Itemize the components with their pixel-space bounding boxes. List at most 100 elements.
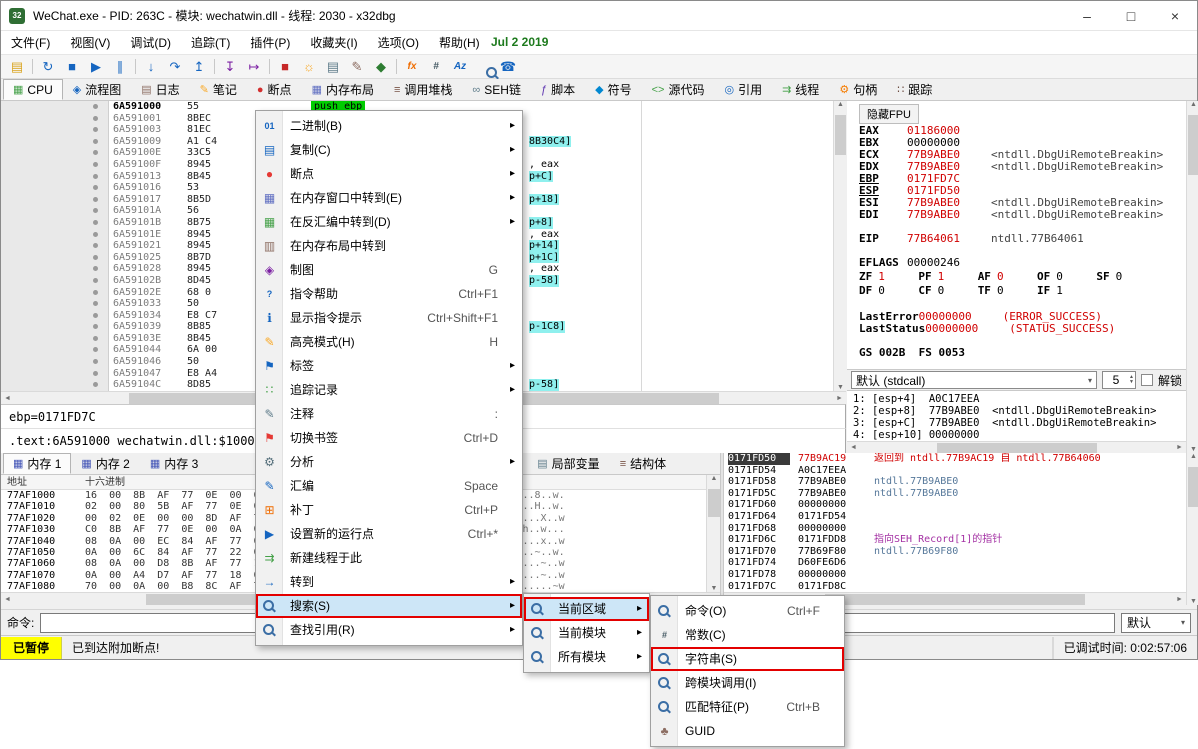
breakpoint-dot[interactable] [93, 220, 98, 225]
tab-call-stack[interactable]: ≡ 调用堆栈 [384, 79, 462, 100]
scrollbar-thumb[interactable] [1188, 115, 1198, 175]
command-profile-select[interactable]: 默认 ▾ [1121, 613, 1191, 633]
scroll-down-arrow[interactable]: ▼ [834, 384, 847, 391]
highlight-icon[interactable]: ☼ [297, 56, 321, 77]
call-arguments-panel[interactable]: 1: [esp+4] A0C17EEA 2: [esp+8] 77B9ABE0 … [847, 391, 1186, 441]
scrollbar-thumb[interactable] [835, 115, 846, 155]
trace-into-icon[interactable]: ↧ [218, 56, 242, 77]
stack-row[interactable]: 0171FD7C 0171FD8C [724, 581, 1186, 592]
menu-item-goto-memory-window[interactable]: ▦ 在内存窗口中转到(E) ▸ [256, 186, 522, 210]
cpu-flag[interactable]: AF0 [978, 271, 1034, 283]
tab-breakpoints[interactable]: ● 断点 [247, 79, 302, 100]
cpu-flag[interactable]: IF1 [1037, 285, 1093, 297]
stop-icon[interactable]: ■ [60, 56, 84, 77]
assemble-az-icon[interactable]: Az [448, 56, 472, 77]
menu-item-new-thread-here[interactable]: ⇉ 新建线程于此 ▸ [256, 546, 522, 570]
scroll-up-arrow[interactable]: ▲ [1187, 453, 1198, 460]
menubar-item[interactable]: 视图(V) [60, 31, 120, 54]
stack-row[interactable]: 0171FD60 00000000 [724, 499, 1186, 511]
menu-item-highlight-mode[interactable]: ✎ 高亮模式(H) H ▸ [256, 330, 522, 354]
menu-item-search-intermodular-calls[interactable]: 跨模块调用(I) ▸ [651, 671, 844, 695]
stack-row[interactable]: 0171FD68 00000000 [724, 523, 1186, 535]
breakpoint-dot[interactable] [93, 162, 98, 167]
stack-row[interactable]: 0171FD70 77B69F80 ntdll.77B69F80 [724, 546, 1186, 558]
breakpoint-dot[interactable] [93, 150, 98, 155]
tab-symbols[interactable]: ◆ 符号 [585, 79, 641, 100]
scroll-left-arrow[interactable]: ◄ [1, 596, 14, 603]
stack-row[interactable]: 0171FD5C 77B9ABE0 ntdll.77B9ABE0 [724, 488, 1186, 500]
registers-panel[interactable]: 隐藏FPU EAX 01186000 EBX 00000000 ECX 77B9… [847, 101, 1186, 369]
tab-log[interactable]: ▤ 日志 [131, 79, 189, 100]
menubar-item[interactable]: 文件(F) [1, 31, 60, 54]
step-over-icon[interactable]: ↷ [163, 56, 187, 77]
open-file-icon[interactable]: ▤ [5, 56, 29, 77]
menubar-item[interactable]: 收藏夹(I) [300, 31, 367, 54]
disasm-vertical-scrollbar[interactable]: ▲ ▼ [833, 101, 846, 391]
breakpoint-dot[interactable] [93, 116, 98, 121]
menu-item-breakpoint[interactable]: ● 断点 ▸ [256, 162, 522, 186]
breakpoint-dot[interactable] [93, 278, 98, 283]
menu-item-assemble[interactable]: ✎ 汇编 Space ▸ [256, 474, 522, 498]
dump-vertical-scrollbar[interactable]: ▲ ▼ [706, 475, 720, 592]
menu-item-set-new-origin[interactable]: ▶ 设置新的运行点 Ctrl+* ▸ [256, 522, 522, 546]
scrollbar-thumb[interactable] [937, 443, 1097, 453]
breakpoint-dot[interactable] [93, 243, 98, 248]
breakpoint-dot[interactable] [93, 232, 98, 237]
scroll-left-arrow[interactable]: ◄ [847, 444, 860, 451]
breakpoint-dot[interactable] [93, 185, 98, 190]
menu-item-trace-record[interactable]: ∷ 追踪记录 ▸ [256, 378, 522, 402]
run-icon[interactable]: ▶ [84, 56, 108, 77]
tab-seh[interactable]: ∞ SEH链 [462, 79, 531, 100]
breakpoint-dot[interactable] [93, 127, 98, 132]
menu-item-copy[interactable]: ▤ 复制(C) ▸ [256, 138, 522, 162]
breakpoint-dot[interactable] [93, 174, 98, 179]
shield-icon[interactable]: ◆ [369, 56, 393, 77]
menubar-item[interactable]: 插件(P) [240, 31, 300, 54]
tab-graph[interactable]: ◈ 流程图 [63, 79, 131, 100]
breakpoint-dot[interactable] [93, 139, 98, 144]
breakpoint-dot[interactable] [93, 313, 98, 318]
stack-row[interactable]: 0171FD64 0171FD54 [724, 511, 1186, 523]
execute-till-return-icon[interactable]: ↥ [187, 56, 211, 77]
menu-item-patch[interactable]: ⊞ 补丁 Ctrl+P ▸ [256, 498, 522, 522]
toolbar-separator[interactable] [132, 56, 139, 77]
breakpoint-dot[interactable] [93, 290, 98, 295]
register-row[interactable]: EBP 0171FD7C [847, 173, 1186, 185]
tab-trace[interactable]: ∷ 跟踪 [887, 79, 942, 100]
stack-vertical-scrollbar[interactable]: ▲ ▼ [1186, 453, 1198, 605]
breakpoint-dot[interactable] [93, 197, 98, 202]
menu-item-search-string[interactable]: 字符串(S) ▸ [651, 647, 844, 671]
menu-item-binary[interactable]: 01 二进制(B) ▸ [256, 114, 522, 138]
scroll-down-arrow[interactable]: ▼ [1187, 598, 1198, 605]
menu-item-search-pattern[interactable]: 匹配特征(P) Ctrl+B ▸ [651, 695, 844, 719]
restart-icon[interactable]: ↻ [36, 56, 60, 77]
menu-item-search-current-module[interactable]: 当前模块 ▸ [524, 621, 649, 645]
breakpoint-dot[interactable] [93, 382, 98, 387]
menu-item-show-mnemonic-brief[interactable]: ℹ 显示指令提示 Ctrl+Shift+F1 ▸ [256, 306, 522, 330]
scrollbar-thumb[interactable] [825, 594, 1085, 605]
menu-item-goto-memory-map[interactable]: ▥ 在内存布局中转到 ▸ [256, 234, 522, 258]
cpu-flag[interactable]: TF0 [978, 285, 1034, 297]
menu-item-search-current-region[interactable]: 当前区域 ▸ [524, 597, 649, 621]
register-row[interactable]: EAX 01186000 [847, 125, 1186, 137]
breakpoint-dot[interactable] [93, 371, 98, 376]
tab-dump-1[interactable]: ▦ 内存 1 [3, 453, 71, 474]
tab-notes[interactable]: ✎ 笔记 [190, 79, 247, 100]
scroll-up-arrow[interactable]: ▲ [834, 101, 847, 108]
menu-item-toggle-bookmark[interactable]: ⚑ 切换书签 Ctrl+D ▸ [256, 426, 522, 450]
breakpoint-dot[interactable] [93, 104, 98, 109]
calling-convention-select[interactable]: 默认 (stdcall) ▾ [851, 371, 1097, 389]
scroll-down-arrow[interactable]: ▼ [1187, 446, 1198, 453]
menu-item-analysis[interactable]: ⚙ 分析 ▸ [256, 450, 522, 474]
scroll-right-arrow[interactable]: ► [833, 395, 846, 402]
menu-item-search-command[interactable]: 命令(O) Ctrl+F ▸ [651, 599, 844, 623]
menubar-item[interactable]: 帮助(H) [429, 31, 490, 54]
breakpoint-dot[interactable] [93, 347, 98, 352]
scroll-up-arrow[interactable]: ▲ [1187, 101, 1198, 108]
trace-over-icon[interactable]: ↦ [242, 56, 266, 77]
menu-item-goto[interactable]: → 转到 ▸ [256, 570, 522, 594]
scroll-right-arrow[interactable]: ► [1173, 596, 1186, 603]
handle-viewer-icon[interactable]: ☎ [496, 56, 520, 77]
menu-item-search-all-modules[interactable]: 所有模块 ▸ [524, 645, 649, 669]
tab-dump-3[interactable]: ▦ 内存 3 [140, 453, 208, 474]
